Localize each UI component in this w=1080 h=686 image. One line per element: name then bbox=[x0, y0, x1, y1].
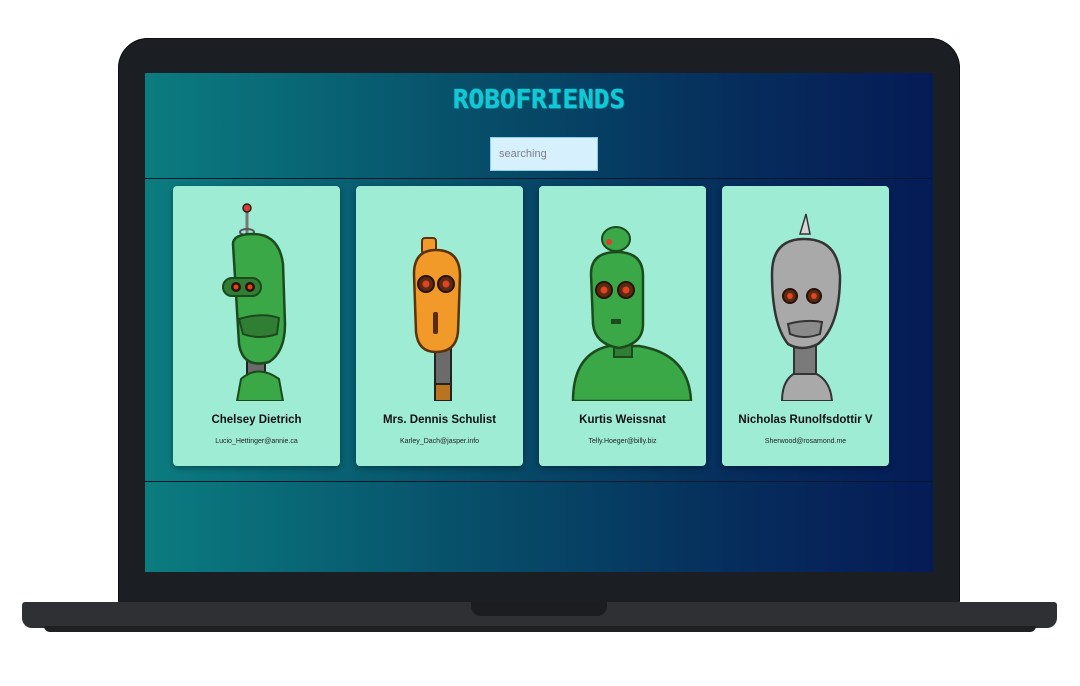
robot-email: Karley_Dach@jasper.info bbox=[399, 438, 480, 445]
green-broad-robot-icon bbox=[571, 226, 693, 401]
robot-name: Kurtis Weissnat bbox=[579, 414, 666, 426]
robot-card-list[interactable]: Chelsey Dietrich Lucio_Hettinger@annie.c… bbox=[145, 178, 933, 482]
robot-card[interactable]: Mrs. Dennis Schulist Karley_Dach@jasper.… bbox=[356, 186, 523, 466]
robot-email: Telly.Hoeger@billy.biz bbox=[588, 438, 657, 445]
robot-card[interactable]: Chelsey Dietrich Lucio_Hettinger@annie.c… bbox=[173, 186, 340, 466]
app-title: ROBOFRIENDS bbox=[452, 85, 626, 115]
search-input[interactable] bbox=[490, 137, 598, 171]
robot-name: Mrs. Dennis Schulist bbox=[382, 414, 497, 426]
app-screen: ROBOFRIENDS Chelsey Dietrich Lucio_Hetti… bbox=[145, 73, 933, 572]
green-antenna-robot-icon bbox=[222, 203, 287, 401]
silver-spike-robot-icon bbox=[770, 213, 842, 401]
laptop-base-shadow bbox=[44, 626, 1036, 632]
robot-email: Lucio_Hettinger@annie.ca bbox=[215, 438, 298, 445]
orange-robot-icon bbox=[412, 237, 462, 401]
robot-name: Chelsey Dietrich bbox=[211, 414, 302, 426]
robot-card[interactable]: Kurtis Weissnat Telly.Hoeger@billy.biz bbox=[539, 186, 706, 466]
laptop-notch bbox=[471, 602, 607, 616]
robot-name: Nicholas Runolfsdottir V bbox=[738, 414, 873, 426]
robot-card[interactable]: Nicholas Runolfsdottir V Sherwood@rosamo… bbox=[722, 186, 889, 466]
robot-email: Sherwood@rosamond.me bbox=[764, 438, 847, 445]
